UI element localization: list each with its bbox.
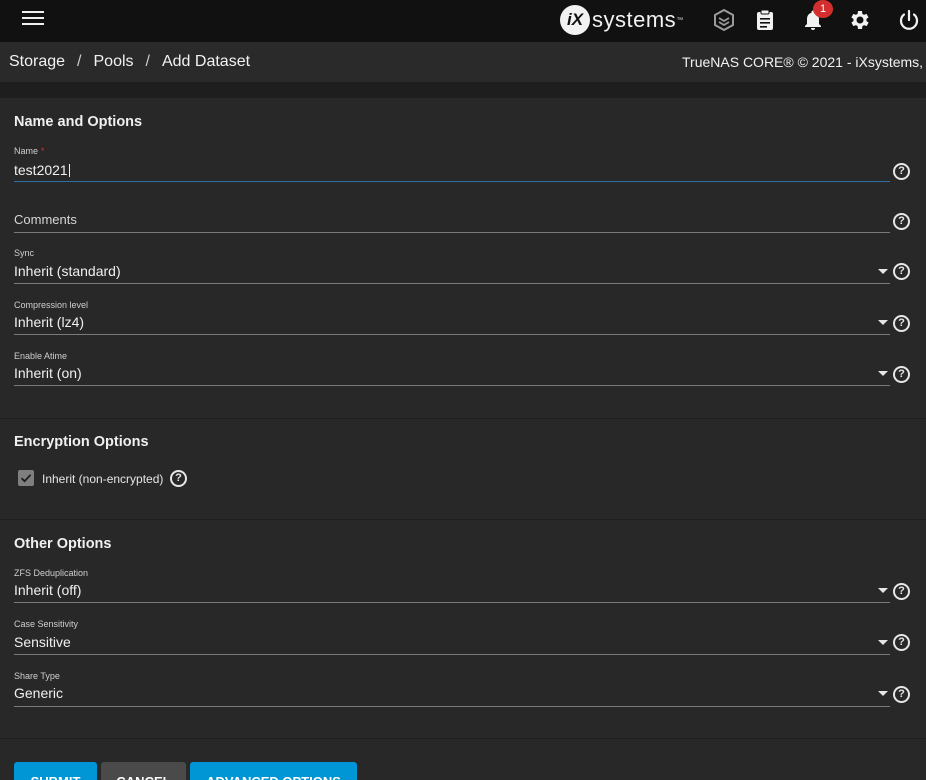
breadcrumb-current: Add Dataset [161, 53, 251, 70]
logo-mark: iX [560, 5, 590, 35]
breadcrumb-storage[interactable]: Storage [9, 53, 65, 70]
compression-label: Compression level [14, 300, 89, 310]
dedup-label: ZFS Deduplication [14, 568, 89, 578]
chevron-down-icon[interactable] [878, 640, 888, 645]
chevron-down-icon[interactable] [878, 588, 888, 593]
chevron-down-icon[interactable] [878, 269, 888, 274]
notification-badge: 1 [813, 0, 833, 18]
help-icon-sync[interactable]: ? [893, 263, 910, 280]
clipboard-icon[interactable] [753, 8, 777, 32]
chevron-down-icon[interactable] [878, 691, 888, 696]
inherit-encryption-label: Inherit (non-encrypted) [42, 472, 164, 486]
breadcrumb-bar: Storage / Pools / Add Dataset TrueNAS CORE® … [0, 42, 926, 82]
section-divider [0, 519, 926, 520]
checkmark-icon [20, 474, 32, 483]
ixsystems-logo: iX systems ™ [560, 5, 683, 35]
required-mark: * [41, 146, 45, 156]
dedup-select[interactable]: Inherit (off) [14, 582, 81, 598]
gear-icon[interactable] [848, 8, 872, 32]
compression-underline [14, 334, 890, 335]
help-icon-comments[interactable]: ? [893, 213, 910, 230]
sync-label: Sync [14, 248, 35, 258]
sync-select[interactable]: Inherit (standard) [14, 263, 121, 279]
power-icon[interactable] [897, 8, 921, 32]
case-sensitivity-underline [14, 654, 890, 655]
name-label-text: Name [14, 146, 39, 156]
share-type-label: Share Type [14, 671, 60, 681]
section-title-name-options: Name and Options [14, 114, 143, 130]
truecommand-icon[interactable] [712, 8, 736, 32]
section-title-encryption: Encryption Options [14, 434, 149, 450]
share-type-select[interactable]: Generic [14, 685, 63, 701]
help-icon-share-type[interactable]: ? [893, 686, 910, 703]
cancel-button[interactable]: CANCEL [101, 762, 186, 780]
logo-text: systems [592, 7, 677, 32]
comments-input[interactable]: Comments [14, 212, 77, 227]
help-icon-case-sensitivity[interactable]: ? [893, 634, 910, 651]
section-divider [0, 738, 926, 739]
section-divider [0, 418, 926, 419]
case-sensitivity-label: Case Sensitivity [14, 619, 79, 629]
comments-underline [14, 232, 890, 233]
menu-icon[interactable] [22, 11, 44, 29]
help-icon-encryption[interactable]: ? [170, 470, 187, 487]
submit-button[interactable]: SUBMIT [14, 762, 97, 780]
help-icon-atime[interactable]: ? [893, 366, 910, 383]
copyright-text: TrueNAS CORE® © 2021 - iXsystems, In [682, 54, 926, 70]
chevron-down-icon[interactable] [878, 320, 888, 325]
inherit-encryption-checkbox[interactable] [18, 470, 34, 486]
case-sensitivity-select[interactable]: Sensitive [14, 634, 71, 650]
breadcrumb: Storage / Pools / Add Dataset [9, 53, 250, 71]
help-icon-name[interactable]: ? [893, 163, 910, 180]
chevron-down-icon[interactable] [878, 371, 888, 376]
dedup-underline [14, 602, 890, 603]
name-input-underline [14, 181, 890, 182]
share-type-underline [14, 706, 890, 707]
name-input[interactable]: test2021 [14, 162, 70, 178]
section-title-other: Other Options [14, 536, 112, 552]
logo-trademark: ™ [676, 16, 684, 24]
atime-select[interactable]: Inherit (on) [14, 365, 82, 381]
top-toolbar: iX systems ™ 1 [0, 0, 926, 42]
breadcrumb-separator: / [77, 53, 82, 70]
compression-select[interactable]: Inherit (lz4) [14, 314, 84, 330]
breadcrumb-separator: / [145, 53, 150, 70]
name-label: Name * [14, 146, 45, 156]
name-input-value: test2021 [14, 162, 68, 178]
atime-underline [14, 385, 890, 386]
breadcrumb-pools[interactable]: Pools [94, 53, 134, 70]
help-icon-dedup[interactable]: ? [893, 583, 910, 600]
sync-underline [14, 283, 890, 284]
atime-label: Enable Atime [14, 351, 68, 361]
help-icon-compression[interactable]: ? [893, 315, 910, 332]
text-cursor [68, 164, 70, 177]
advanced-options-button[interactable]: ADVANCED OPTIONS [190, 762, 357, 780]
